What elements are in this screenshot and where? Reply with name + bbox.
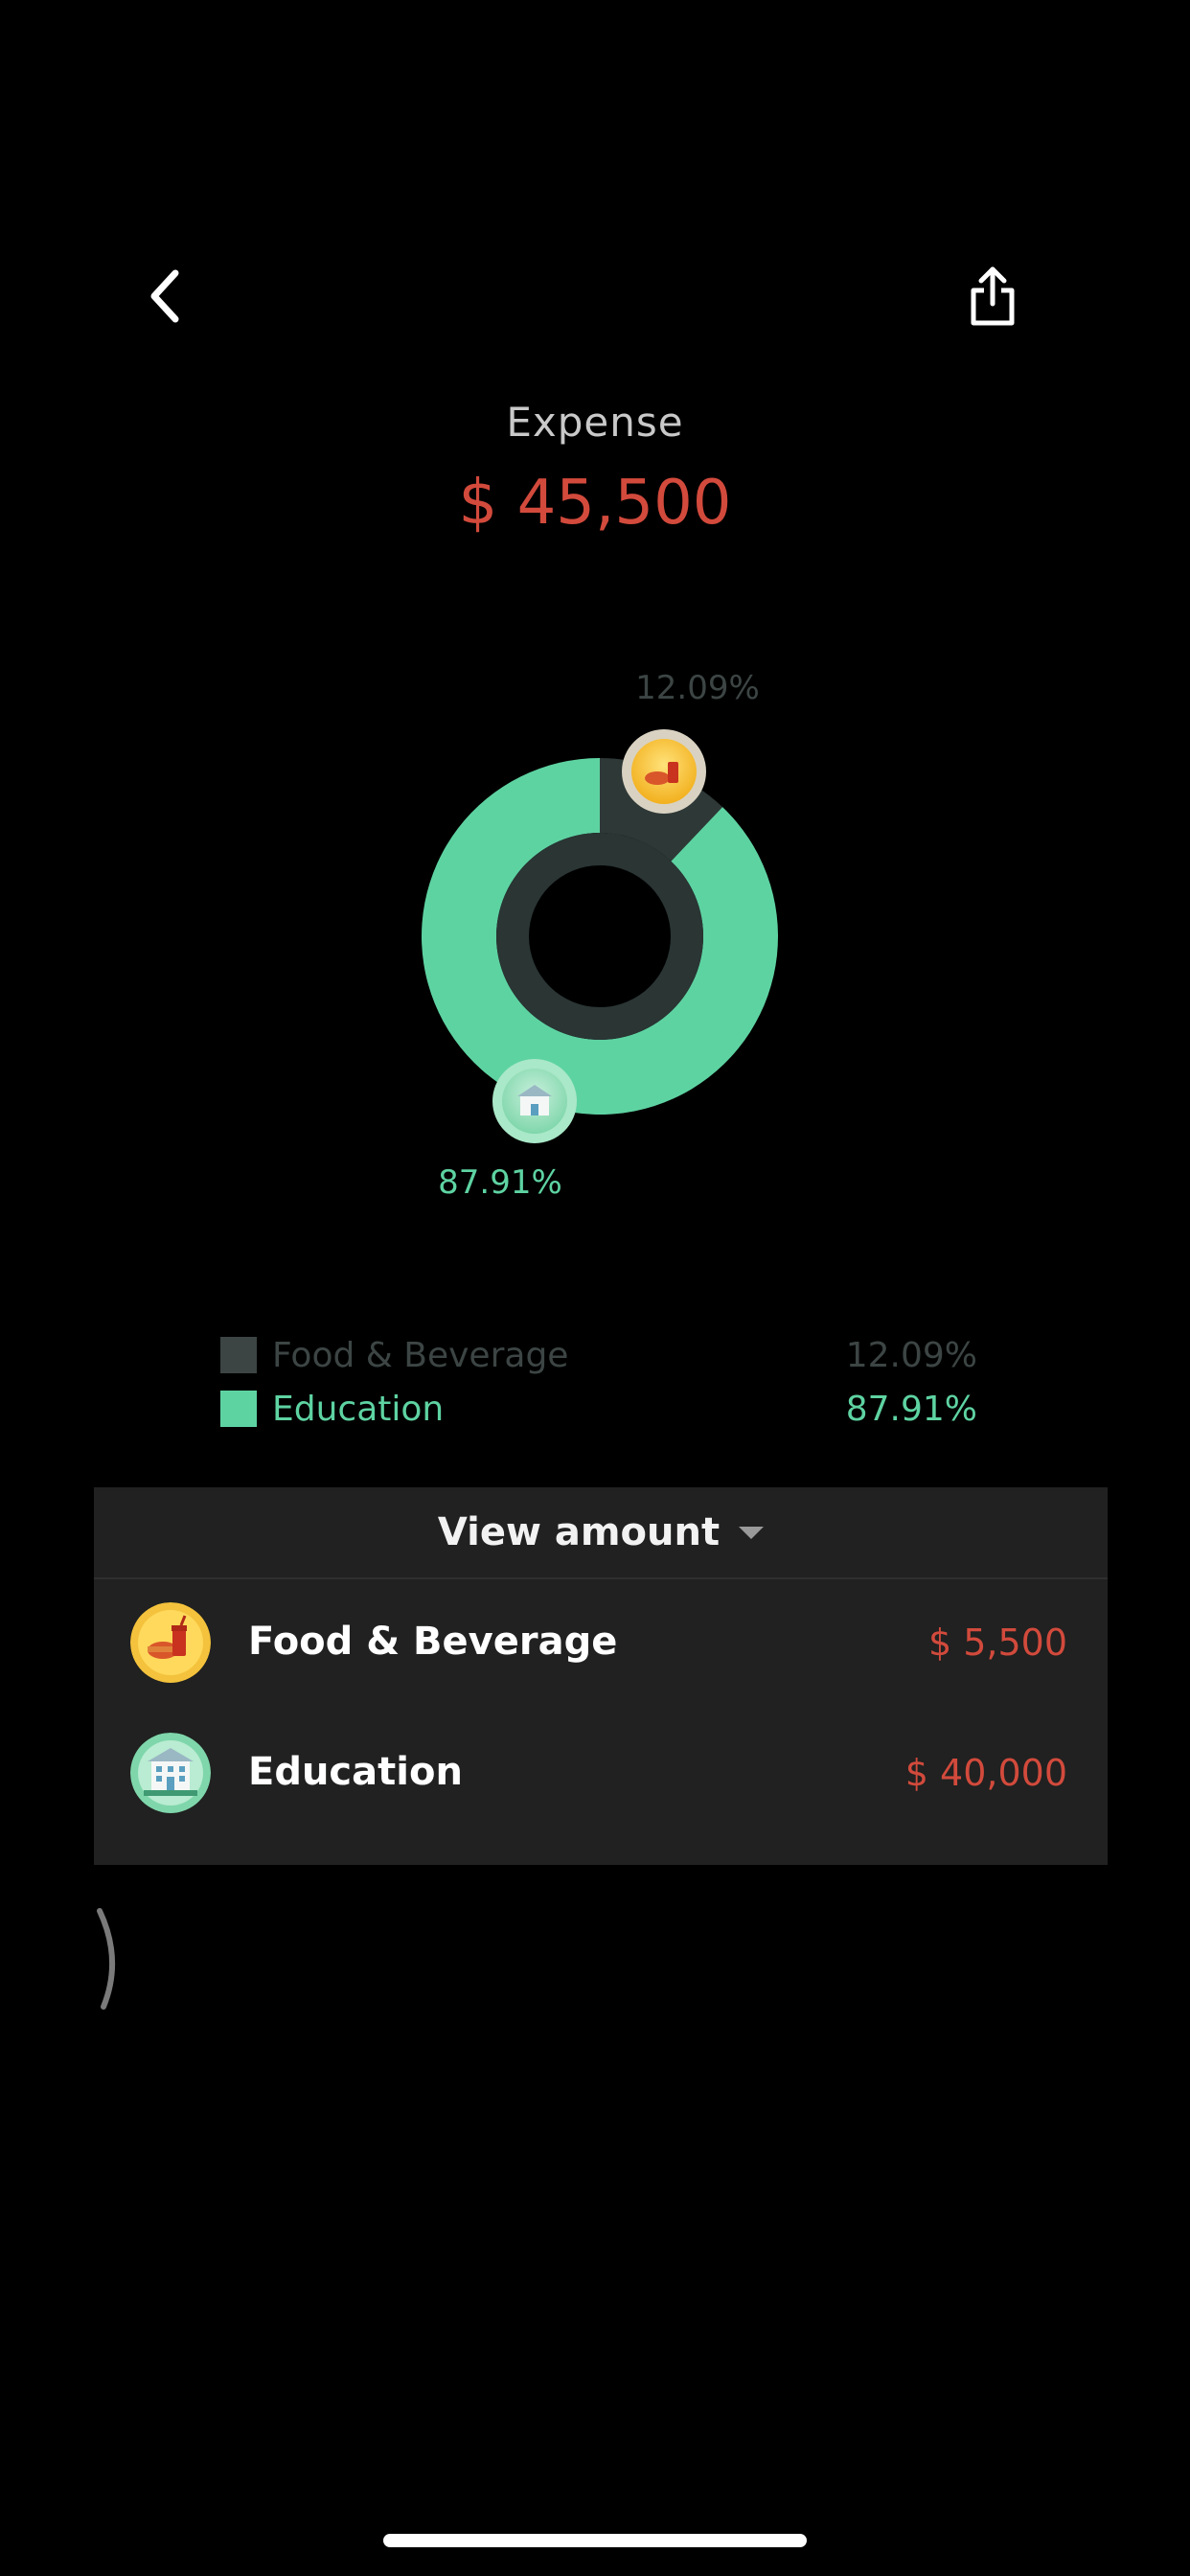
food-beverage-icon [130,1602,211,1683]
share-button[interactable] [950,253,1036,339]
education-icon [130,1733,211,1813]
legend-swatch-education [220,1391,257,1427]
legend-label: Education [272,1389,445,1429]
amount-row-food-beverage[interactable]: Food & Beverage $ 5,500 [94,1583,1108,1698]
loading-spinner-icon [97,1908,116,2010]
legend-swatch-food-beverage [220,1337,257,1373]
expense-label: Expense [506,399,684,446]
chevron-left-icon [150,269,179,323]
legend-item-food-beverage: Food & Beverage 12.09% [220,1332,977,1378]
amount-value: $ 40,000 [904,1752,1067,1794]
view-amount-label: View amount [437,1510,721,1554]
caret-down-icon [739,1526,765,1539]
share-icon [971,266,1015,326]
chart-center-hole [529,865,671,1007]
expense-donut-chart: 12.09% 87.91% [421,669,778,1202]
amount-panel: View amount Food & Beverage $ 5,500 Educ… [94,1487,1108,1865]
amount-category-name: Education [248,1750,463,1794]
legend-percent: 12.09% [845,1335,977,1375]
chart-percent-label-education: 87.91% [438,1163,562,1202]
legend-percent: 87.91% [845,1389,977,1429]
view-amount-toggle[interactable]: View amount [94,1487,1108,1579]
amount-value: $ 5,500 [927,1622,1067,1664]
food-beverage-icon [631,739,697,804]
amount-category-name: Food & Beverage [248,1620,618,1664]
expense-total: $ 45,500 [458,468,732,539]
home-indicator [383,2534,807,2547]
legend-label: Food & Beverage [272,1335,569,1375]
amount-row-education[interactable]: Education $ 40,000 [94,1714,1108,1828]
legend-item-education: Education 87.91% [220,1386,977,1432]
chart-percent-label-food-beverage: 12.09% [635,669,760,707]
back-button[interactable] [121,253,207,339]
